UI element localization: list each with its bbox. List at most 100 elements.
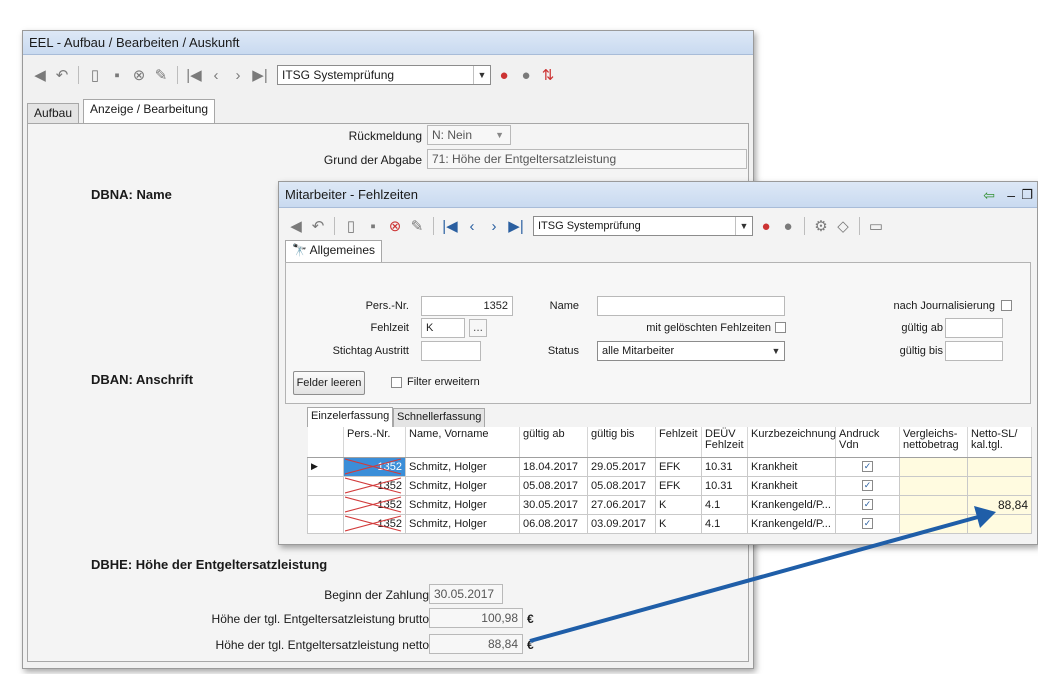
cell-kurzbezeichnung[interactable]: Krankheit	[747, 475, 836, 496]
row-indicator-icon[interactable]: ▶	[307, 456, 344, 477]
cell-deuv[interactable]: 10.31	[701, 475, 748, 496]
eraser-icon[interactable]: ✎	[408, 217, 426, 235]
maximize-icon[interactable]: ❐	[1021, 182, 1033, 208]
cell-gueltig-bis[interactable]: 29.05.2017	[587, 456, 656, 477]
netto-field[interactable]: 88,84	[429, 634, 523, 654]
first-record-icon[interactable]: |◀	[441, 217, 459, 235]
status-select[interactable]: alle Mitarbeiter ▼	[597, 341, 785, 361]
cell-vergleich[interactable]	[899, 494, 968, 515]
transfer-icon[interactable]: ⇅	[539, 66, 557, 84]
tab-schnellerfassung[interactable]: Schnellerfassung	[393, 408, 486, 427]
cell-pers-nr[interactable]: 1352	[343, 494, 406, 515]
cell-kurzbezeichnung[interactable]: Krankengeld/P...	[747, 494, 836, 515]
undo-icon[interactable]: ↶	[309, 217, 327, 235]
rueckmeldung-field[interactable]: N: Nein ▼	[427, 125, 511, 145]
column-header-deuv[interactable]: DEÜV Fehlzeit	[701, 427, 748, 458]
cell-gueltig-bis[interactable]: 03.09.2017	[587, 513, 656, 534]
cell-gueltig-ab[interactable]: 06.08.2017	[519, 513, 588, 534]
last-record-icon[interactable]: ▶|	[251, 66, 269, 84]
chevron-down-icon[interactable]: ▼	[735, 217, 752, 235]
disk-icon[interactable]: ●	[779, 217, 797, 235]
column-header-fehlzeit[interactable]: Fehlzeit	[655, 427, 702, 458]
tab-aufbau[interactable]: Aufbau	[27, 103, 80, 123]
cell-andruck[interactable]: ✓	[835, 513, 900, 534]
column-header-gueltig-bis[interactable]: gültig bis	[587, 427, 656, 458]
row-indicator[interactable]	[307, 494, 344, 515]
cell-deuv[interactable]: 4.1	[701, 513, 748, 534]
cell-netto[interactable]	[967, 456, 1032, 477]
cell-gueltig-ab[interactable]: 05.08.2017	[519, 475, 588, 496]
table-row[interactable]: ▶ 1352 Schmitz, Holger 18.04.2017 29.05.…	[307, 456, 1032, 477]
chevron-down-icon[interactable]: ▼	[473, 66, 490, 84]
first-record-icon[interactable]: |◀	[185, 66, 203, 84]
column-header-pers-nr[interactable]: Pers.-Nr.	[343, 427, 406, 458]
delete-icon[interactable]: ⊗	[386, 217, 404, 235]
cell-gueltig-bis[interactable]: 27.06.2017	[587, 494, 656, 515]
mit-geloeschten-checkbox[interactable]	[775, 322, 786, 333]
row-indicator[interactable]	[307, 475, 344, 496]
cell-gueltig-bis[interactable]: 05.08.2017	[587, 475, 656, 496]
cell-gueltig-ab[interactable]: 30.05.2017	[519, 494, 588, 515]
filter-erweitern-checkbox[interactable]	[391, 377, 402, 388]
cell-andruck[interactable]: ✓	[835, 494, 900, 515]
grund-field[interactable]: 71: Höhe der Entgeltersatzleistung	[427, 149, 747, 169]
fehlzeit-lookup-button[interactable]: ...	[469, 319, 487, 337]
cell-deuv[interactable]: 10.31	[701, 456, 748, 477]
cell-fehlzeit[interactable]: K	[655, 494, 702, 515]
cell-kurzbezeichnung[interactable]: Krankheit	[747, 456, 836, 477]
last-record-icon[interactable]: ▶|	[507, 217, 525, 235]
table-row[interactable]: 1352 Schmitz, Holger 30.05.2017 27.06.20…	[307, 494, 1032, 515]
prev-record-icon[interactable]: ‹	[463, 217, 481, 235]
column-header-name[interactable]: Name, Vorname	[405, 427, 520, 458]
cell-deuv[interactable]: 4.1	[701, 494, 748, 515]
cell-fehlzeit[interactable]: K	[655, 513, 702, 534]
cell-pers-nr[interactable]: 1352	[343, 513, 406, 534]
new-document-icon[interactable]: ▯	[86, 66, 104, 84]
minimize-icon[interactable]: –	[1007, 182, 1015, 208]
fehlzeit-field[interactable]: K	[421, 318, 465, 338]
table-row[interactable]: 1352 Schmitz, Holger 05.08.2017 05.08.20…	[307, 475, 1032, 496]
cell-fehlzeit[interactable]: EFK	[655, 475, 702, 496]
save-icon[interactable]: ▪	[364, 217, 382, 235]
cell-andruck[interactable]: ✓	[835, 475, 900, 496]
cell-vergleich[interactable]	[899, 475, 968, 496]
back-icon[interactable]: ◀	[31, 66, 49, 84]
delete-icon[interactable]: ⊗	[130, 66, 148, 84]
undo-icon[interactable]: ↶	[53, 66, 71, 84]
beginn-field[interactable]: 30.05.2017	[429, 584, 503, 604]
cell-name[interactable]: Schmitz, Holger	[405, 456, 520, 477]
system-select[interactable]: ITSG Systemprüfung ▼	[533, 216, 753, 236]
cell-name[interactable]: Schmitz, Holger	[405, 494, 520, 515]
restore-icon[interactable]: ⇦	[983, 182, 995, 208]
column-header-vergleich[interactable]: Vergleichs-nettobetrag	[899, 427, 968, 458]
save-icon[interactable]: ▪	[108, 66, 126, 84]
tab-allgemeines[interactable]: 🔭 Allgemeines	[285, 240, 382, 262]
gueltig-bis-field[interactable]	[945, 341, 1003, 361]
cell-vergleich[interactable]	[899, 513, 968, 534]
nach-journal-checkbox[interactable]	[1001, 300, 1012, 311]
bulb-icon[interactable]: ●	[757, 217, 775, 235]
new-document-icon[interactable]: ▯	[342, 217, 360, 235]
brutto-field[interactable]: 100,98	[429, 608, 523, 628]
cell-netto[interactable]	[967, 475, 1032, 496]
eraser-icon[interactable]: ◇	[834, 217, 852, 235]
cell-andruck[interactable]: ✓	[835, 456, 900, 477]
column-header-andruck[interactable]: Andruck Vdn	[835, 427, 900, 458]
cell-name[interactable]: Schmitz, Holger	[405, 513, 520, 534]
prev-record-icon[interactable]: ‹	[207, 66, 225, 84]
stichtag-field[interactable]	[421, 341, 481, 361]
column-header-kurzbezeichnung[interactable]: Kurzbezeichnung	[747, 427, 836, 458]
andruck-checkbox[interactable]: ✓	[862, 499, 873, 511]
window-icon[interactable]: ▭	[867, 217, 885, 235]
settings-icon[interactable]: ⚙	[812, 217, 830, 235]
tab-einzelerfassung[interactable]: Einzelerfassung	[307, 407, 394, 427]
felder-leeren-button[interactable]: Felder leeren	[293, 371, 365, 395]
andruck-checkbox[interactable]: ✓	[862, 518, 873, 530]
table-row[interactable]: 1352 Schmitz, Holger 06.08.2017 03.09.20…	[307, 513, 1032, 534]
cell-pers-nr[interactable]: 1352	[343, 475, 406, 496]
cell-fehlzeit[interactable]: EFK	[655, 456, 702, 477]
cell-gueltig-ab[interactable]: 18.04.2017	[519, 456, 588, 477]
tab-anzeige-bearbeitung[interactable]: Anzeige / Bearbeitung	[83, 99, 216, 123]
cell-vergleich[interactable]	[899, 456, 968, 477]
eraser-icon[interactable]: ✎	[152, 66, 170, 84]
